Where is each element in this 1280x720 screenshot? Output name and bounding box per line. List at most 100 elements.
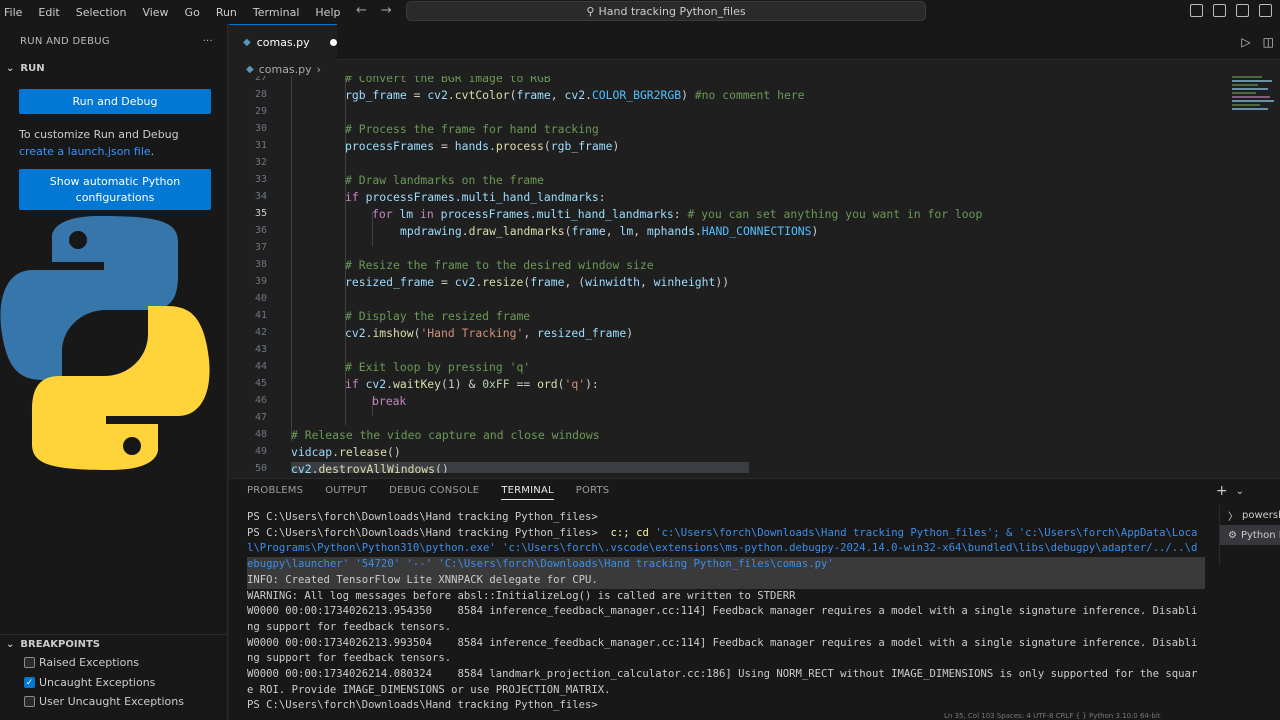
line-number: 45	[254, 378, 267, 389]
show-python-configurations-button[interactable]: Show automatic Python configurations	[19, 169, 211, 210]
minimap-line	[1232, 96, 1270, 98]
tab-ports[interactable]: PORTS	[576, 485, 610, 500]
code-line[interactable]: 39 resized_frame = cv2.resize(frame, (win…	[229, 273, 1229, 290]
code-text: # Exit loop by pressing 'q'	[345, 359, 531, 374]
breakpoints-header[interactable]: ⌄ BREAKPOINTS	[0, 634, 228, 654]
line-number: 43	[254, 344, 267, 355]
customize-text: To customize Run and Debug create a laun…	[19, 126, 214, 160]
tab-output[interactable]: OUTPUT	[325, 485, 367, 500]
code-text: cv2.destroyAllWindows()	[291, 461, 749, 473]
code-line[interactable]: 30 # Process the frame for hand tracking	[229, 120, 1229, 137]
code-line[interactable]: 47	[229, 409, 1229, 426]
chevron-right-icon: ›	[316, 62, 322, 76]
menu-selection[interactable]: Selection	[68, 6, 135, 19]
line-number: 31	[254, 140, 267, 151]
code-line[interactable]: 27 # Convert the BGR image to RGB	[229, 76, 1229, 86]
code-editor[interactable]: 27 # Convert the BGR image to RGB 28 rgb_fr…	[229, 76, 1229, 473]
code-line[interactable]: 48 # Release the video capture and close …	[229, 426, 1229, 443]
toggle-sidebar-icon[interactable]	[1213, 4, 1226, 17]
code-text: # Display the resized frame	[345, 308, 531, 323]
menu-go[interactable]: Go	[177, 6, 208, 19]
tab-debug-console[interactable]: DEBUG CONSOLE	[389, 485, 479, 500]
toggle-secondary-sidebar-icon[interactable]	[1259, 4, 1272, 17]
code-line[interactable]: 36 mpdrawing.draw_landmarks(frame, lm, mp…	[229, 222, 1229, 239]
line-number: 38	[254, 259, 267, 270]
breakpoint-label: Raised Exceptions	[39, 656, 140, 669]
code-line[interactable]: 37	[229, 239, 1229, 256]
forward-arrow-icon[interactable]: →	[381, 3, 392, 18]
code-text: processFrames = hands.process(rgb_frame)	[345, 138, 620, 153]
code-line[interactable]: 50 cv2.destroyAllWindows()	[229, 460, 1229, 473]
code-line[interactable]: 49 vidcap.release()	[229, 443, 1229, 460]
code-text: resized_frame = cv2.resize(frame, (winwi…	[345, 274, 730, 289]
code-line[interactable]: 42 cv2.imshow('Hand Tracking', resized_fr…	[229, 324, 1229, 341]
terminal-line: INFO: Created TensorFlow Lite XNNPACK de…	[247, 572, 1205, 589]
checkbox[interactable]	[24, 696, 35, 707]
breakpoints-title: BREAKPOINTS	[20, 639, 100, 650]
chevron-down-icon[interactable]: ⌄	[1236, 483, 1244, 501]
tab-terminal[interactable]: TERMINAL	[501, 485, 554, 500]
command-center-label: Hand tracking Python_files	[598, 4, 746, 18]
terminal-list-item-python-debug[interactable]: ⚙ Python Debug	[1220, 525, 1280, 545]
toggle-panel-icon[interactable]	[1236, 4, 1249, 17]
terminal-icon: 〉	[1228, 511, 1238, 523]
breakpoint-user-uncaught-exceptions[interactable]: User Uncaught Exceptions	[24, 695, 184, 708]
menu-file[interactable]: File	[0, 6, 30, 19]
checkbox[interactable]	[24, 657, 35, 668]
command-center-search[interactable]: ⚲ Hand tracking Python_files	[406, 1, 926, 21]
minimap-line	[1232, 76, 1262, 78]
line-number: 49	[254, 446, 267, 457]
code-line[interactable]: 44 # Exit loop by pressing 'q'	[229, 358, 1229, 375]
menu-help[interactable]: Help	[307, 6, 348, 19]
unsaved-dot-icon[interactable]	[329, 39, 337, 46]
menu-edit[interactable]: Edit	[30, 6, 67, 19]
code-line[interactable]: 35 for lm in processFrames.multi_hand_lan…	[229, 205, 1229, 222]
menu-view[interactable]: View	[134, 6, 176, 19]
breakpoint-uncaught-exceptions[interactable]: ✓ Uncaught Exceptions	[24, 676, 155, 689]
title-bar: File Edit Selection View Go Run Terminal…	[0, 0, 1280, 24]
terminal-line: ng support for feedback tensors.	[247, 652, 452, 665]
back-arrow-icon[interactable]: ←	[356, 3, 367, 18]
line-number: 46	[254, 395, 267, 406]
split-editor-icon[interactable]: ◫	[1263, 35, 1274, 49]
run-and-debug-sidebar: RUN AND DEBUG ··· ⌄ RUN Run and Debug To…	[0, 24, 228, 720]
code-line[interactable]: 38 # Resize the frame to the desired wind…	[229, 256, 1229, 273]
terminal-output[interactable]: PS C:\Users\forch\Downloads\Hand trackin…	[247, 510, 1205, 714]
minimap-line	[1232, 88, 1268, 90]
code-line[interactable]: 29	[229, 103, 1229, 120]
terminal-line: PS C:\Users\forch\Downloads\Hand trackin…	[247, 526, 1198, 539]
panel-actions: + ⌄	[1216, 483, 1244, 501]
more-actions-icon[interactable]: ···	[203, 36, 213, 47]
checkbox[interactable]: ✓	[24, 677, 35, 688]
customize-layout-icon[interactable]	[1190, 4, 1203, 17]
menu-run[interactable]: Run	[208, 6, 245, 19]
tab-problems[interactable]: PROBLEMS	[247, 485, 303, 500]
run-and-debug-button[interactable]: Run and Debug	[19, 89, 211, 114]
terminal-list-item-powershell[interactable]: 〉 powershell	[1220, 505, 1280, 525]
code-line[interactable]: 32	[229, 154, 1229, 171]
code-line[interactable]: 28 rgb_frame = cv2.cvtColor(frame, cv2.CO…	[229, 86, 1229, 103]
panel-tabs: PROBLEMS OUTPUT DEBUG CONSOLE TERMINAL P…	[247, 485, 609, 500]
run-python-file-icon[interactable]: ▷	[1241, 35, 1250, 49]
new-terminal-icon[interactable]: +	[1216, 483, 1228, 501]
code-line[interactable]: 40	[229, 290, 1229, 307]
run-section-header[interactable]: ⌄ RUN	[0, 58, 227, 78]
tab-comas-py[interactable]: ◆ comas.py	[229, 24, 337, 60]
line-number: 48	[254, 429, 267, 440]
breakpoint-raised-exceptions[interactable]: Raised Exceptions	[24, 656, 139, 669]
debug-gear-icon: ⚙	[1228, 529, 1237, 541]
code-text: # Resize the frame to the desired window…	[345, 257, 654, 272]
code-line[interactable]: 31 processFrames = hands.process(rgb_fram…	[229, 137, 1229, 154]
minimap-line	[1232, 100, 1274, 102]
code-line[interactable]: 45 if cv2.waitKey(1) & 0xFF == ord('q'):	[229, 375, 1229, 392]
bottom-panel: PROBLEMS OUTPUT DEBUG CONSOLE TERMINAL P…	[229, 478, 1280, 720]
code-line[interactable]: 46 break	[229, 392, 1229, 409]
code-line[interactable]: 34 if processFrames.multi_hand_landmarks:	[229, 188, 1229, 205]
create-launch-json-link[interactable]: create a launch.json file	[19, 145, 151, 158]
code-text: # Draw landmarks on the frame	[345, 172, 544, 187]
menu-terminal[interactable]: Terminal	[245, 6, 308, 19]
code-line[interactable]: 43	[229, 341, 1229, 358]
code-line[interactable]: 33 # Draw landmarks on the frame	[229, 171, 1229, 188]
minimap[interactable]	[1232, 76, 1276, 146]
code-line[interactable]: 41 # Display the resized frame	[229, 307, 1229, 324]
